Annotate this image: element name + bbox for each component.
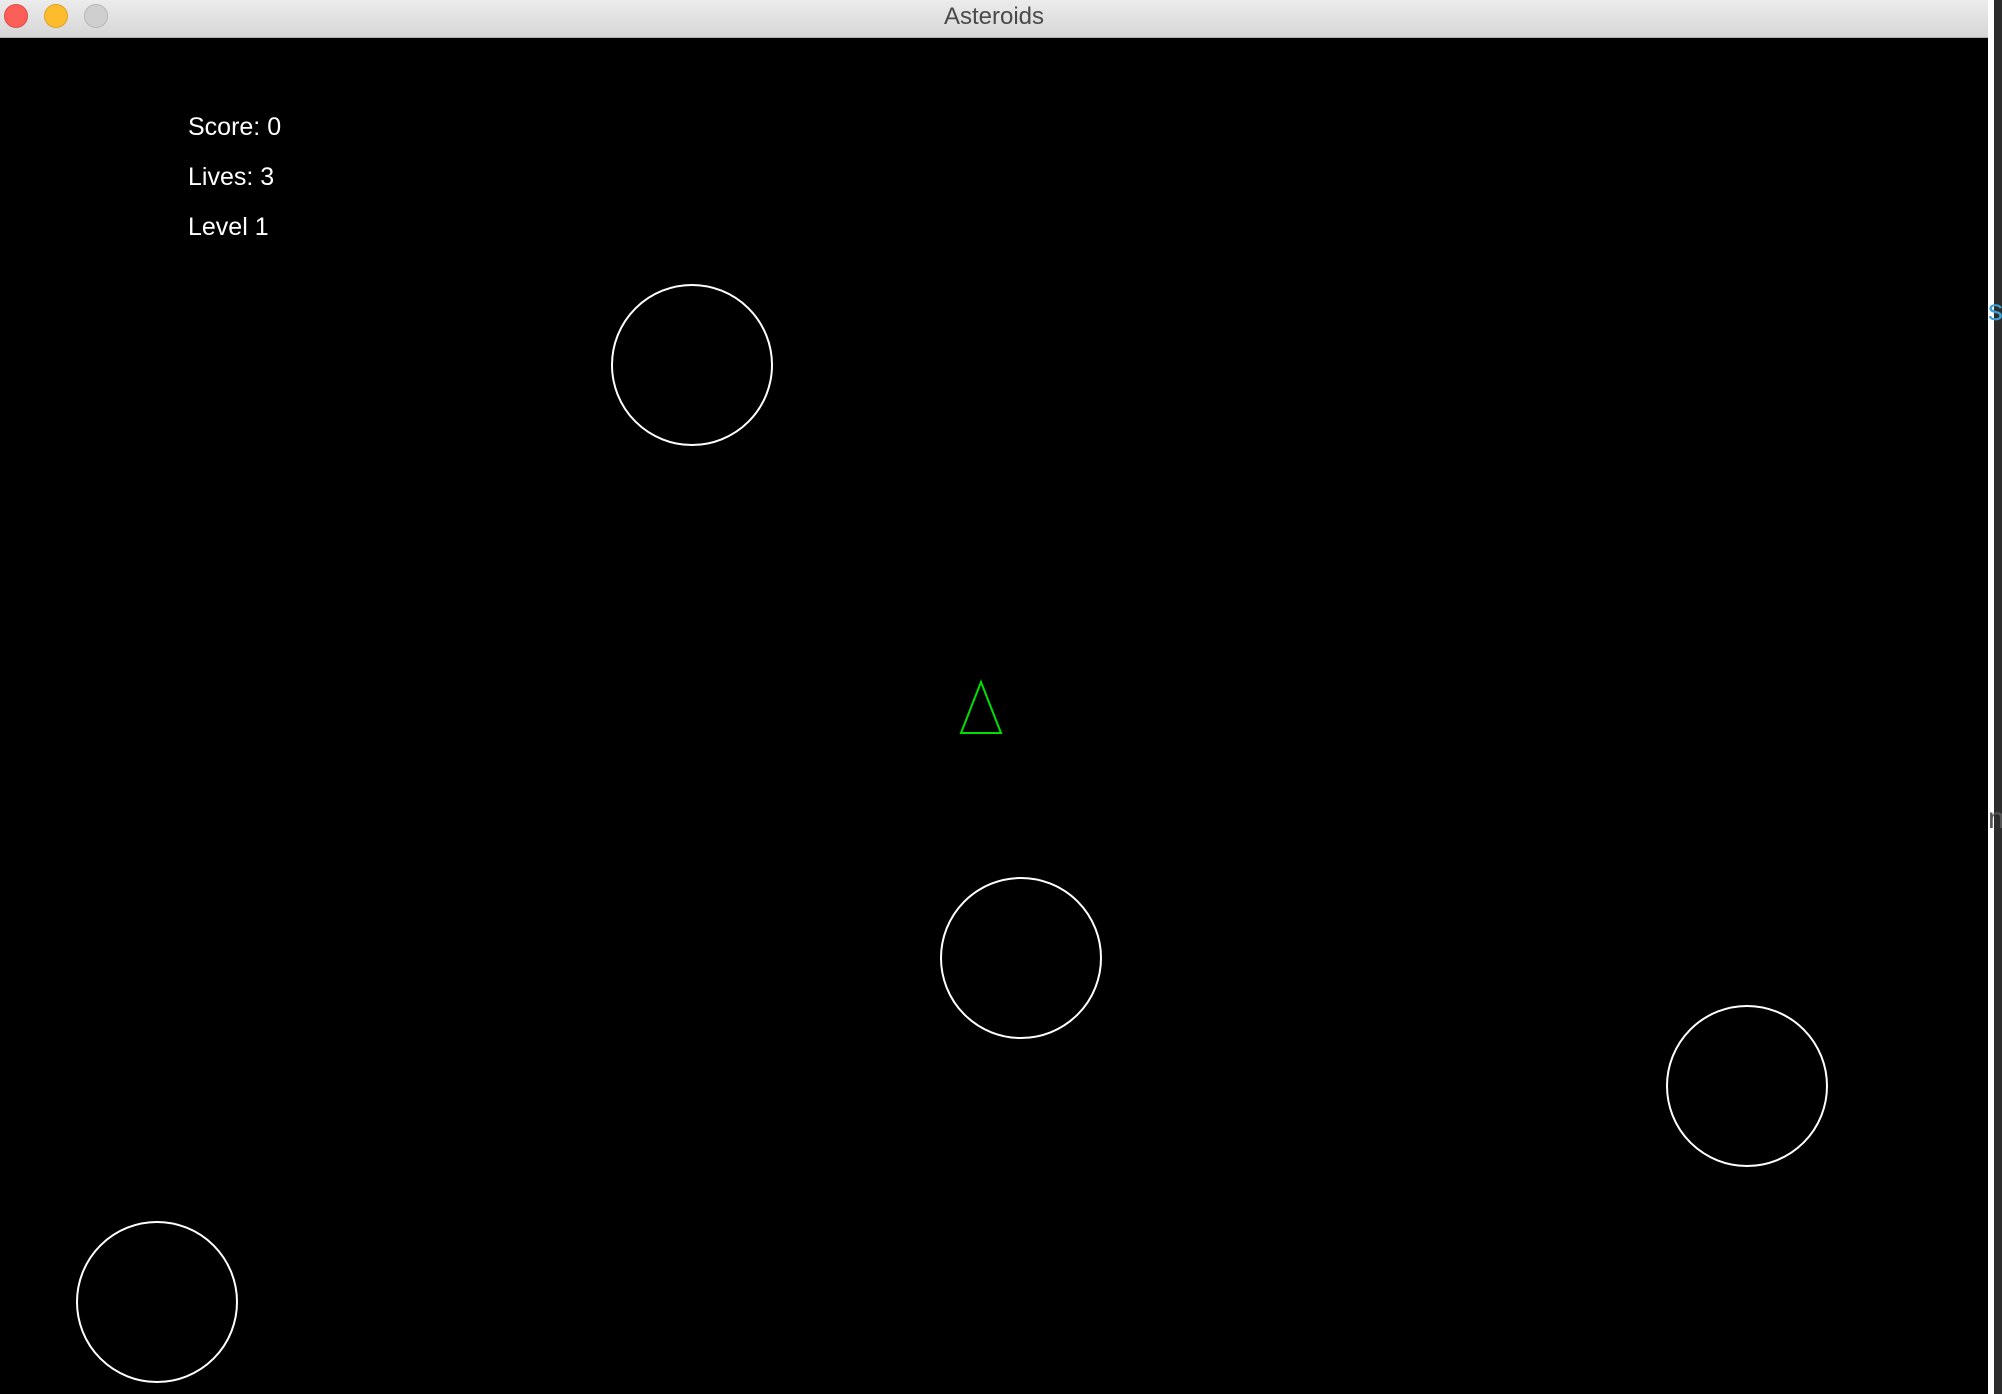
playfield <box>76 284 1828 1383</box>
window-title: Asteroids <box>943 3 1045 30</box>
game-window: Asteroids Score: 0 Lives: 3 Level 1 <box>0 0 1988 1394</box>
background-window-glyph: s <box>1988 294 2002 327</box>
background-window-glyph: n <box>1988 802 2002 835</box>
window-titlebar[interactable]: Asteroids <box>0 0 1988 38</box>
asteroid <box>76 1221 238 1383</box>
player-ship-icon <box>959 679 1003 734</box>
background-window-edge: s n <box>1988 0 2002 1394</box>
asteroid <box>1666 1005 1828 1167</box>
asteroid <box>940 877 1102 1039</box>
background-window-border <box>1994 0 2002 1394</box>
game-canvas[interactable]: Score: 0 Lives: 3 Level 1 <box>0 38 1988 1394</box>
asteroid <box>611 284 773 446</box>
